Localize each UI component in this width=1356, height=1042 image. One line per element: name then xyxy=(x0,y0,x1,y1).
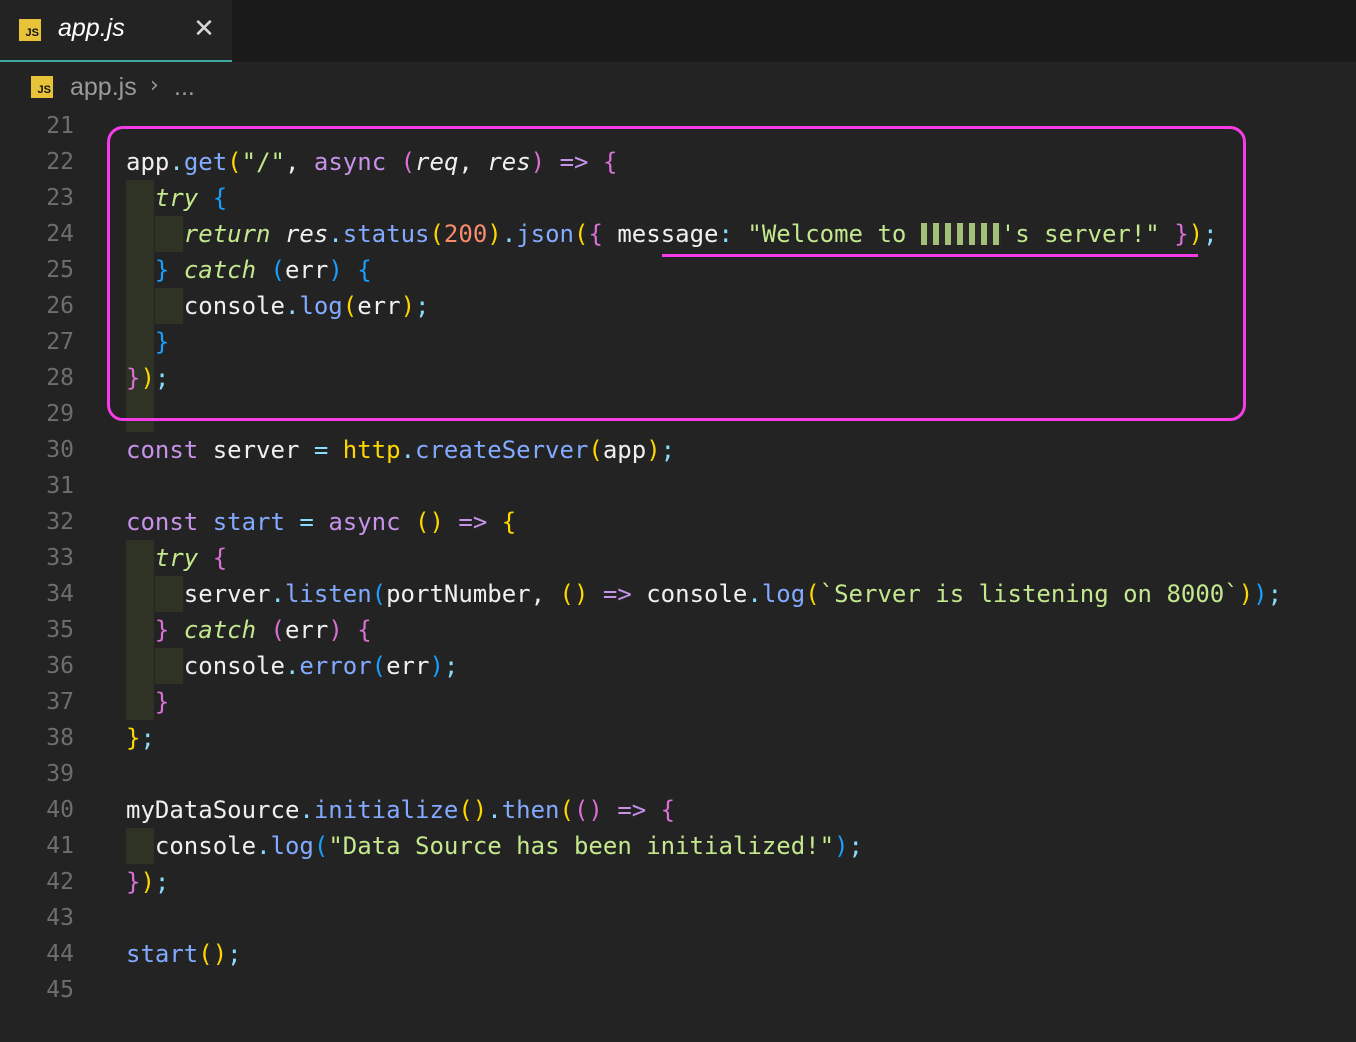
breadcrumb: JS app.js › ... xyxy=(0,64,1356,108)
code-line: 43 xyxy=(0,900,1356,936)
code-text: try { xyxy=(154,544,228,572)
line-number: 45 xyxy=(46,977,74,1003)
line-number: 21 xyxy=(46,113,74,139)
highlight-annotation-underline xyxy=(662,254,1198,257)
chevron-right-icon: › xyxy=(150,73,159,98)
line-number: 37 xyxy=(46,689,74,715)
line-number: 36 xyxy=(46,653,74,679)
line-number: 43 xyxy=(46,905,74,931)
js-file-icon: JS xyxy=(19,19,41,41)
code-text: const server = http.createServer(app); xyxy=(126,436,676,464)
code-line: 31 xyxy=(0,468,1356,504)
tab-bar: JS app.js ✕ xyxy=(0,0,1356,62)
line-number: 34 xyxy=(46,581,74,607)
line-number: 30 xyxy=(46,437,74,463)
line-number: 28 xyxy=(46,365,74,391)
code-line: 37 } xyxy=(0,684,1356,720)
code-line: 40 myDataSource.initialize().then(() => … xyxy=(0,792,1356,828)
code-line: 45 xyxy=(0,972,1356,1008)
line-number: 25 xyxy=(46,257,74,283)
line-number: 42 xyxy=(46,869,74,895)
code-line: 34 server.listen(portNumber, () => conso… xyxy=(0,576,1356,612)
code-text: console.log("Data Source has been initia… xyxy=(154,832,863,860)
code-text: server.listen(portNumber, () => console.… xyxy=(183,580,1283,608)
code-line: 41 console.log("Data Source has been ini… xyxy=(0,828,1356,864)
line-number: 24 xyxy=(46,221,74,247)
code-line: 38 }; xyxy=(0,720,1356,756)
code-text: const start = async () => { xyxy=(126,508,517,536)
code-text: }); xyxy=(126,868,170,896)
code-line: 32 const start = async () => { xyxy=(0,504,1356,540)
line-number: 22 xyxy=(46,149,74,175)
tab-app-js[interactable]: JS app.js ✕ xyxy=(0,0,232,62)
code-text: myDataSource.initialize().then(() => { xyxy=(126,796,676,824)
code-text: }; xyxy=(126,724,155,752)
line-number: 33 xyxy=(46,545,74,571)
line-number: 39 xyxy=(46,761,74,787)
breadcrumb-more[interactable]: ... xyxy=(174,73,195,102)
code-line: 42 }); xyxy=(0,864,1356,900)
code-line: 39 xyxy=(0,756,1356,792)
line-number: 41 xyxy=(46,833,74,859)
code-text: } xyxy=(154,688,170,716)
line-number: 26 xyxy=(46,293,74,319)
code-line: 33 try { xyxy=(0,540,1356,576)
code-text: console.error(err); xyxy=(183,652,459,680)
code-line: 44 start(); xyxy=(0,936,1356,972)
code-line: 30 const server = http.createServer(app)… xyxy=(0,432,1356,468)
code-line: 35 } catch (err) { xyxy=(0,612,1356,648)
line-number: 44 xyxy=(46,941,74,967)
line-number: 32 xyxy=(46,509,74,535)
code-text: } catch (err) { xyxy=(154,616,372,644)
line-number: 38 xyxy=(46,725,74,751)
line-number: 29 xyxy=(46,401,74,427)
breadcrumb-file[interactable]: app.js xyxy=(70,73,137,102)
line-number: 40 xyxy=(46,797,74,823)
code-text: start(); xyxy=(126,940,242,968)
js-file-icon: JS xyxy=(31,76,53,98)
highlight-annotation-box xyxy=(107,126,1246,421)
line-number: 35 xyxy=(46,617,74,643)
line-number: 27 xyxy=(46,329,74,355)
code-line: 36 console.error(err); xyxy=(0,648,1356,684)
tab-title: app.js xyxy=(58,14,125,42)
close-icon[interactable]: ✕ xyxy=(190,14,218,44)
line-number: 23 xyxy=(46,185,74,211)
line-number: 31 xyxy=(46,473,74,499)
